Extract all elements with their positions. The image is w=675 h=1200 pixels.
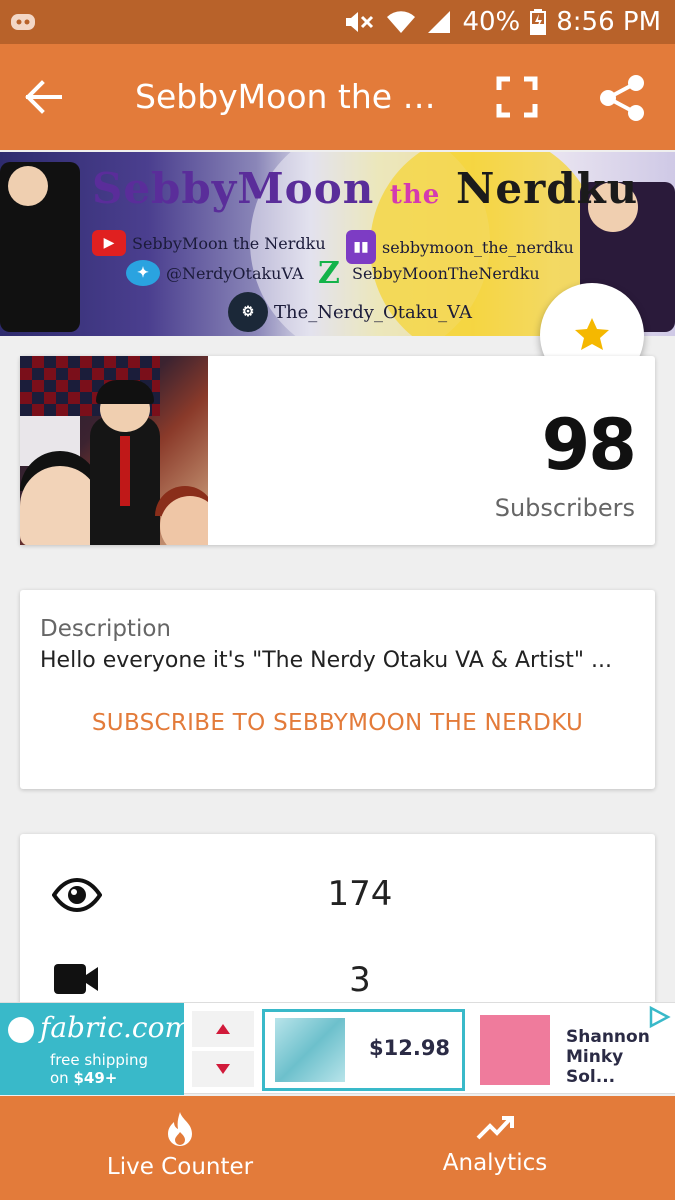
eye-icon <box>52 878 102 912</box>
bottom-nav: Live Counter Analytics <box>0 1096 675 1200</box>
status-bar: 40% 8:56 PM <box>0 0 675 44</box>
ad-product-1[interactable]: $12.98 <box>262 1009 465 1091</box>
ad-product-2-name[interactable]: Shannon Minky Sol... <box>566 1027 670 1087</box>
banner-character-left-face <box>8 166 48 206</box>
share-icon[interactable] <box>598 74 646 122</box>
banner-twitter: ✦ @NerdyOtakuVA <box>126 260 304 286</box>
video-camera-icon <box>54 964 98 994</box>
subscriber-label: Subscribers <box>494 494 635 522</box>
mute-icon <box>346 12 374 32</box>
trend-up-icon <box>476 1116 514 1140</box>
triangle-up-icon <box>216 1024 230 1034</box>
subscriber-count: 98 <box>541 404 637 486</box>
description-label: Description <box>40 616 171 642</box>
fullscreen-icon[interactable] <box>496 76 538 118</box>
steam-icon: ⚙ <box>228 292 268 332</box>
battery-icon <box>530 9 547 35</box>
discord-icon <box>11 14 35 30</box>
ad-product-1-image <box>275 1018 345 1082</box>
ad-shipping-text: free shipping on $49+ <box>50 1051 149 1087</box>
page-title: SebbyMoon the N... <box>135 77 445 116</box>
banner-heading: SebbyMoon the Nerdku <box>92 164 639 213</box>
ad-choices-icon[interactable] <box>647 1005 671 1029</box>
banner-twitch: ▮▮ sebbymoon_the_nerdku <box>346 230 574 264</box>
fabric-logo-icon <box>8 1017 34 1043</box>
nav-analytics-label: Analytics <box>442 1150 548 1176</box>
banner-steam: ⚙ The_Nerdy_Otaku_VA <box>228 292 472 332</box>
star-icon <box>575 318 609 350</box>
ad-banner[interactable]: fabric.com free shipping on $49+ $12.98 … <box>0 1002 675 1095</box>
ad-product-1-price: $12.98 <box>369 1036 451 1060</box>
triangle-down-icon <box>216 1064 230 1074</box>
battery-percent: 40% <box>462 7 521 37</box>
subscribe-button[interactable]: SUBSCRIBE TO SEBBYMOON THE NERDKU <box>20 710 655 736</box>
twitch-icon: ▮▮ <box>346 230 376 264</box>
signal-icon <box>428 11 451 33</box>
deviantart-icon: Z <box>318 255 340 291</box>
views-count: 174 <box>327 874 393 914</box>
wifi-icon <box>387 11 416 33</box>
ad-up-button[interactable] <box>192 1011 254 1047</box>
youtube-icon: ▶ <box>92 230 126 256</box>
back-arrow-icon[interactable] <box>20 74 66 120</box>
flame-icon <box>168 1112 192 1146</box>
videos-count: 3 <box>349 960 371 1000</box>
subscriber-card: 98 Subscribers <box>20 356 655 545</box>
nav-analytics[interactable]: Analytics <box>370 1096 620 1200</box>
nav-live-counter-label: Live Counter <box>106 1154 254 1180</box>
ad-down-button[interactable] <box>192 1051 254 1087</box>
channel-avatar <box>20 356 208 545</box>
nav-live-counter[interactable]: Live Counter <box>55 1096 305 1200</box>
clock: 8:56 PM <box>556 7 661 37</box>
twitter-icon: ✦ <box>126 260 160 286</box>
banner-youtube: ▶ SebbyMoon the Nerdku <box>92 230 326 256</box>
ad-brand[interactable]: fabric.com free shipping on $49+ <box>0 1003 191 1095</box>
description-card: Description Hello everyone it's "The Ner… <box>20 590 655 789</box>
ad-brand-name: fabric.com <box>40 1011 191 1044</box>
description-text[interactable]: Hello everyone it's "The Nerdy Otaku VA … <box>40 648 640 673</box>
banner-deviantart: Z SebbyMoonTheNerdku <box>312 255 540 291</box>
ad-carousel-controls <box>192 1011 254 1087</box>
ad-product-2-image[interactable] <box>480 1015 550 1085</box>
app-bar: SebbyMoon the N... <box>0 44 675 150</box>
